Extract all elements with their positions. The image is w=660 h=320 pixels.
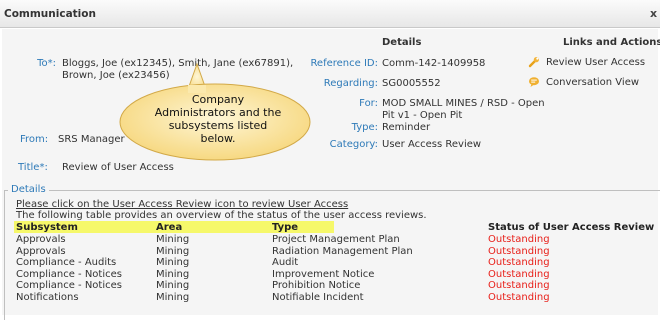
conversation-view-link[interactable]: Conversation View	[528, 76, 639, 88]
cell-type: Improvement Notice	[272, 268, 375, 280]
cell-type: Notifiable Incident	[272, 291, 364, 303]
title-label: Title*:	[18, 162, 48, 173]
callout-text: Company Administrators and the subsystem…	[154, 93, 282, 145]
cell-subsystem: Compliance - Audits	[16, 257, 117, 268]
col-header-status: Status of User Access Review	[488, 222, 655, 233]
cell-subsystem: Compliance - Notices	[16, 280, 122, 291]
review-instructions-link[interactable]: Please click on the User Access Review i…	[16, 199, 348, 210]
cell-area: Mining	[156, 280, 190, 291]
from-label: From:	[20, 134, 49, 145]
cell-subsystem: Approvals	[16, 245, 66, 257]
close-icon[interactable]: x	[650, 7, 657, 20]
category-value: User Access Review	[382, 139, 482, 150]
cell-status: Outstanding	[488, 234, 550, 245]
cell-status: Outstanding	[488, 257, 550, 268]
overview-text: The following table provides an overview…	[16, 210, 427, 221]
cell-area: Mining	[156, 291, 190, 303]
details-column-header: Details	[382, 37, 422, 48]
for-value: MOD SMALL MINES / RSD - Open	[382, 98, 545, 109]
cell-subsystem: Compliance - Notices	[16, 268, 122, 280]
cell-status: Outstanding	[488, 268, 550, 280]
links-column-header: Links and Actions	[563, 37, 660, 48]
cell-type: Prohibition Notice	[272, 280, 361, 291]
cell-status: Outstanding	[488, 280, 550, 291]
window-title: Communication	[4, 8, 96, 20]
to-label: To*:	[37, 58, 56, 69]
cell-type: Project Management Plan	[272, 234, 400, 245]
cell-area: Mining	[156, 234, 190, 245]
review-user-access-label: Review User Access	[546, 56, 646, 68]
type-value: Reminder	[382, 122, 431, 133]
cell-status: Outstanding	[488, 245, 550, 257]
col-header-type: Type	[272, 222, 299, 233]
cell-area: Mining	[156, 245, 190, 257]
col-header-area: Area	[156, 222, 183, 233]
cell-type: Radiation Management Plan	[272, 245, 413, 257]
wrench-icon	[528, 57, 539, 68]
cell-area: Mining	[156, 268, 190, 280]
review-user-access-link[interactable]: Review User Access	[528, 56, 645, 68]
reference-id-value: Comm-142-1409958	[382, 58, 486, 69]
cell-status: Outstanding	[488, 291, 550, 303]
conversation-view-label: Conversation View	[546, 76, 640, 88]
cell-type: Audit	[272, 257, 299, 268]
cell-subsystem: Notifications	[16, 291, 79, 303]
for-value-continued: Pit v1 - Open Pit	[382, 110, 463, 121]
chat-bubble-icon	[529, 77, 539, 87]
regarding-value: SG0005552	[382, 78, 441, 89]
col-header-subsystem: Subsystem	[16, 222, 78, 233]
details-legend: Details	[8, 184, 49, 195]
cell-area: Mining	[156, 257, 190, 268]
cell-subsystem: Approvals	[16, 234, 66, 245]
title-value: Review of User Access	[62, 162, 174, 173]
window-header: Communication x	[0, 0, 660, 28]
